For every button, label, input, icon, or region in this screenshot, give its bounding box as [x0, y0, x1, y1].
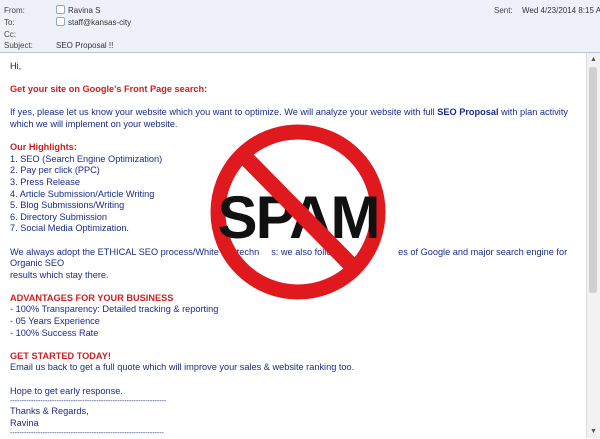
highlights-title: Our Highlights:	[10, 142, 77, 153]
from-label: From:	[4, 6, 25, 15]
sent-value: Wed 4/23/2014 8:15 AM	[522, 6, 600, 15]
intro-paragraph: If yes, please let us know your website …	[10, 107, 568, 129]
heading-front-page: Get your site on Google's Front Page sea…	[10, 84, 208, 95]
ethical-seo-paragraph: We always adopt the ETHICAL SEO process/…	[10, 246, 568, 269]
from-name: Ravina S	[68, 6, 101, 15]
seo-proposal-bold: SEO Proposal	[437, 107, 499, 118]
divider: ----------------------------------------…	[10, 398, 167, 406]
vertical-scrollbar[interactable]: ▲ ▼	[586, 53, 600, 438]
list-item: 7. Social Media Optimization.	[10, 223, 129, 234]
scroll-down-icon[interactable]: ▼	[587, 425, 600, 438]
list-item: 5. Blog Submissions/Writing	[10, 200, 125, 211]
ethical-seo-line2: results which stay there.	[10, 269, 109, 280]
advantages-title: ADVANTAGES FOR YOUR BUSINESS	[10, 292, 174, 303]
sent-label: Sent:	[494, 6, 513, 15]
list-item: - 05 Years Experience	[10, 316, 100, 327]
list-item: - 100% Success Rate	[10, 327, 99, 338]
list-item: 2. Pay per click (PPC)	[10, 165, 100, 176]
scroll-up-icon[interactable]: ▲	[587, 53, 600, 66]
greeting: Hi,	[10, 61, 22, 71]
contact-icon	[56, 17, 65, 26]
list-item: 1. SEO (Search Engine Optimization)	[10, 153, 163, 164]
signature-name: Ravina	[10, 417, 39, 428]
to-value[interactable]: staff@kansas-city	[56, 17, 131, 28]
get-started-text: Email us back to get a full quote which …	[10, 362, 355, 373]
email-header: From: Ravina S To: staff@kansas-city Cc:…	[0, 0, 600, 52]
cc-label: Cc:	[4, 30, 16, 39]
divider: ----------------------------------------…	[10, 430, 164, 438]
to-label: To:	[4, 18, 15, 27]
message-content: Hi, Get your site on Google's Front Page…	[10, 61, 580, 438]
from-value[interactable]: Ravina S	[56, 5, 100, 16]
list-item: - 100% Transparency: Detailed tracking &…	[10, 304, 219, 315]
scroll-thumb[interactable]	[589, 67, 597, 293]
list-item: 4. Article Submission/Article Writing	[10, 188, 155, 199]
list-item: 3. Press Release	[10, 176, 80, 187]
get-started-title: GET STARTED TODAY!	[10, 350, 111, 361]
subject-label: Subject:	[4, 41, 33, 50]
list-item: 6. Directory Submission	[10, 211, 108, 222]
contact-icon	[56, 5, 65, 14]
to-address: staff@kansas-city	[68, 18, 132, 27]
signoff: Thanks & Regards,	[10, 406, 89, 417]
message-body[interactable]: Hi, Get your site on Google's Front Page…	[0, 52, 600, 439]
closing-line: Hope to get early response.	[10, 385, 123, 396]
subject-value: SEO Proposal !!	[56, 41, 114, 50]
